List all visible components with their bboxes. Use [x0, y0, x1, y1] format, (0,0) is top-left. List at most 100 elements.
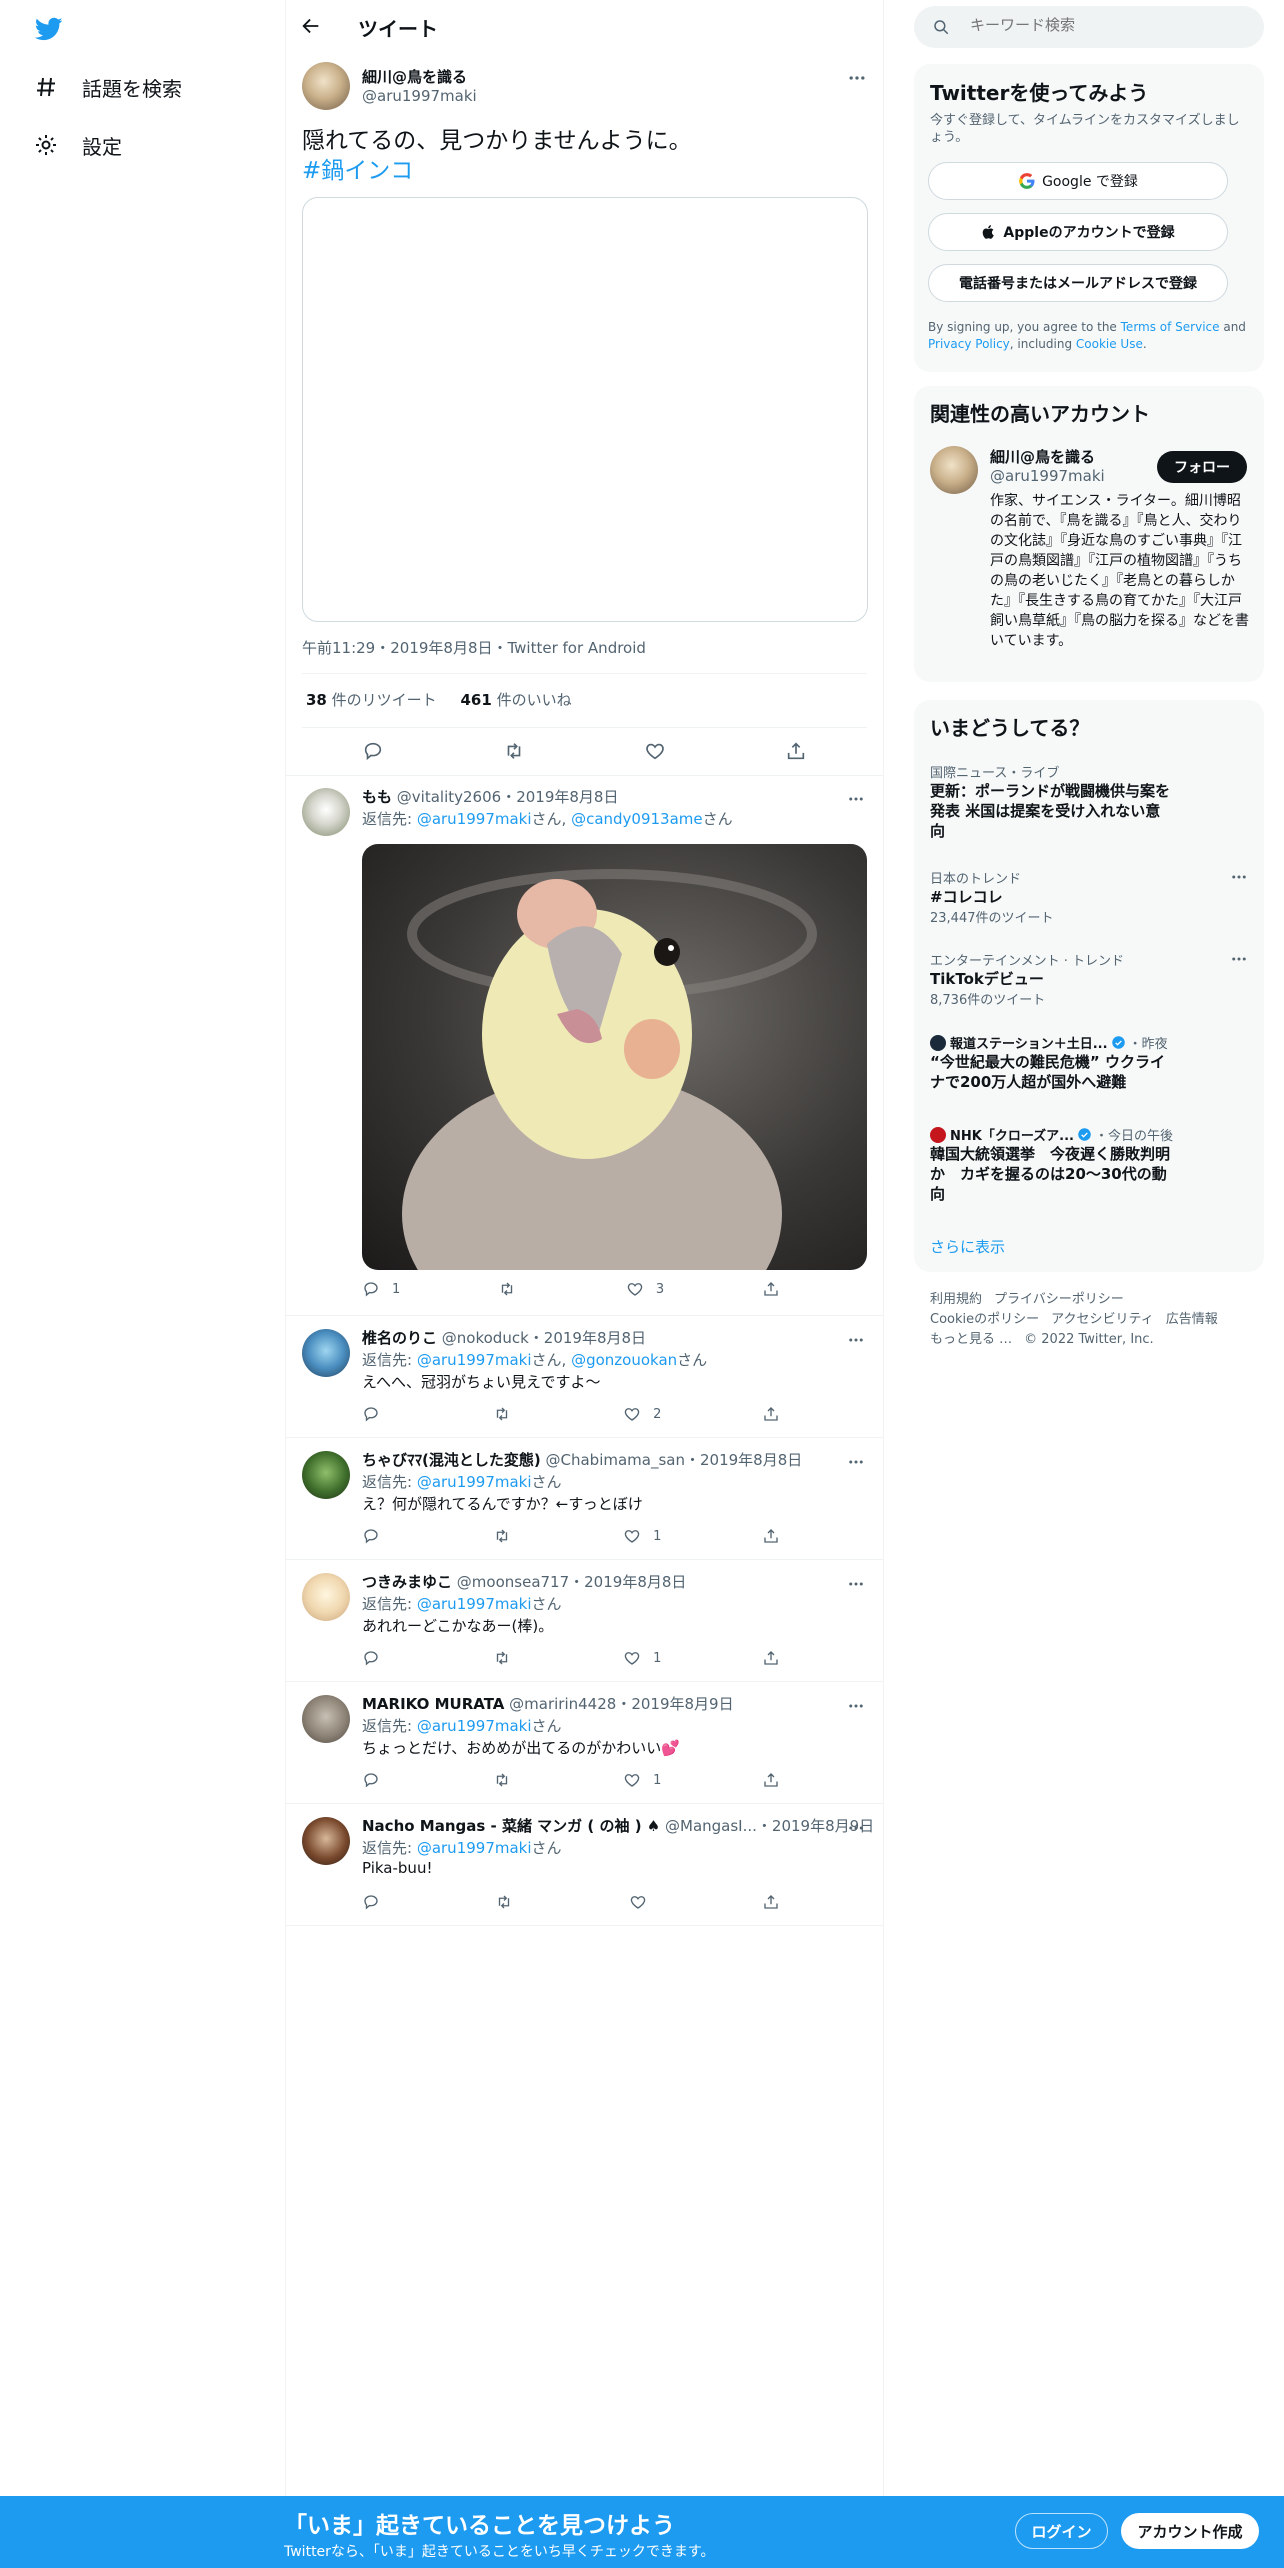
twitter-logo-icon[interactable] [33, 15, 65, 43]
reply-button[interactable] [362, 1527, 392, 1545]
reply-photo[interactable] [362, 844, 867, 1270]
reply-item[interactable]: ちゃびﾏﾏ(混沌とした変態) @Chabimama_san・2019年8月8日 … [286, 1439, 883, 1560]
related-handle[interactable]: @aru1997maki [990, 467, 1105, 485]
apple-signup-label: Appleのアカウントで登録 [1003, 225, 1175, 241]
share-icon[interactable] [785, 740, 807, 762]
avatar[interactable] [302, 788, 350, 836]
retweet-button[interactable] [493, 1405, 523, 1423]
mention-link[interactable]: @aru1997maki [417, 1717, 532, 1735]
retweet-button[interactable] [498, 1280, 528, 1298]
trend-item[interactable]: 国際ニュース・ライブ 更新：ポーランドが戦闘機供与案を発表 米国は提案を受け入れ… [930, 762, 1248, 841]
sidebar-footer: 利用規約 プライバシーポリシー Cookieのポリシー アクセシビリティ 広告情報 も… [930, 1290, 1260, 1350]
more-options-icon[interactable] [1230, 868, 1248, 886]
footer-link[interactable]: アクセシビリティ [1051, 1312, 1154, 1327]
reply-item[interactable]: つきみまゆこ @moonsea717・2019年8月8日 返信先: @aru19… [286, 1561, 883, 1682]
avatar[interactable] [302, 1451, 350, 1499]
trend-item[interactable]: エンターテインメント · トレンド TikTokデビュー 8,736件のツイート [930, 950, 1248, 1008]
footer-link[interactable]: Cookieのポリシー [930, 1312, 1039, 1327]
author-name[interactable]: 細川@鳥を識る [362, 66, 467, 87]
more-options-icon[interactable] [847, 1331, 865, 1349]
author-handle[interactable]: @aru1997maki [362, 87, 477, 105]
hashtag-link[interactable]: #鍋インコ [302, 156, 867, 186]
mention-link[interactable]: @aru1997maki [417, 1595, 532, 1613]
reply-button[interactable] [362, 1649, 392, 1667]
avatar[interactable] [302, 1695, 350, 1743]
avatar[interactable] [302, 1573, 350, 1621]
retweet-button[interactable] [493, 1649, 523, 1667]
footer-link[interactable]: 利用規約 [930, 1292, 982, 1307]
retweet-button[interactable] [495, 1893, 525, 1911]
mention-link[interactable]: @aru1997maki [417, 1351, 532, 1369]
mention-link[interactable]: @aru1997maki [417, 1839, 532, 1857]
like-icon[interactable] [644, 740, 666, 762]
reply-item[interactable]: もも @vitality2606・2019年8月8日 返信先: @aru1997… [286, 776, 883, 1316]
more-options-icon[interactable] [847, 790, 865, 808]
apple-signup-button[interactable]: Appleのアカウントで登録 [928, 213, 1228, 251]
reply-button[interactable] [362, 1771, 392, 1789]
like-button[interactable]: 2 [623, 1405, 661, 1423]
related-name[interactable]: 細川@鳥を識る [990, 446, 1095, 467]
trends-title: いまどうしてる？ [930, 716, 1090, 740]
reply-button[interactable] [362, 1405, 392, 1423]
nav-settings[interactable]: 設定 [34, 125, 122, 165]
reply-button[interactable]: 1 [362, 1280, 400, 1298]
show-more-link[interactable]: さらに表示 [930, 1236, 1005, 1257]
footer-link[interactable]: もっと見る … [930, 1332, 1012, 1347]
nav-explore[interactable]: 話題を検索 [34, 67, 182, 107]
share-button[interactable] [762, 1527, 792, 1545]
avatar[interactable] [930, 446, 978, 494]
privacy-link[interactable]: Privacy Policy [928, 337, 1010, 351]
avatar[interactable] [302, 1329, 350, 1377]
reply-icon[interactable] [362, 740, 384, 762]
google-signup-button[interactable]: Google で登録 [928, 162, 1228, 200]
like-button[interactable]: 1 [623, 1649, 661, 1667]
phone-email-signup-button[interactable]: 電話番号またはメールアドレスで登録 [928, 264, 1228, 302]
reply-item[interactable]: MARIKO MURATA @maririn4428・2019年8月9日 返信先… [286, 1683, 883, 1804]
reply-button[interactable] [362, 1893, 392, 1911]
more-options-icon[interactable] [847, 1697, 865, 1715]
create-account-button[interactable]: アカウント作成 [1121, 2513, 1259, 2549]
footer-link[interactable]: 広告情報 [1166, 1312, 1218, 1327]
back-arrow-icon[interactable] [300, 15, 322, 37]
like-button[interactable]: 1 [623, 1527, 661, 1545]
mention-link[interactable]: @aru1997maki [417, 810, 532, 828]
avatar[interactable] [302, 62, 350, 110]
mention-link[interactable]: @aru1997maki [417, 1473, 532, 1491]
share-button[interactable] [762, 1893, 792, 1911]
terms-link[interactable]: Terms of Service [1121, 320, 1220, 334]
retweet-icon[interactable] [503, 740, 525, 762]
more-options-icon[interactable] [847, 1575, 865, 1593]
share-button[interactable] [762, 1405, 792, 1423]
share-button[interactable] [762, 1280, 792, 1298]
retweet-button[interactable] [493, 1527, 523, 1545]
share-button[interactable] [762, 1649, 792, 1667]
trend-item[interactable]: 報道ステーション＋土日... ・昨夜 “今世紀最大の難民危機” ウクライナで20… [930, 1033, 1248, 1092]
like-button[interactable]: 1 [623, 1771, 661, 1789]
mention-link[interactable]: @gonzouokan [571, 1351, 677, 1369]
avatar[interactable] [302, 1817, 350, 1865]
search-input[interactable] [970, 16, 1240, 34]
share-button[interactable] [762, 1771, 792, 1789]
search-bar[interactable] [914, 6, 1264, 48]
login-button[interactable]: ログイン [1015, 2513, 1108, 2549]
cookie-link[interactable]: Cookie Use [1076, 337, 1143, 351]
reply-item[interactable]: Nacho Mangas - 菜緒 マンガ ( の袖 ) ♠ @MangasI.… [286, 1805, 883, 1926]
reply-item[interactable]: 椎名のりこ @nokoduck・2019年8月8日 返信先: @aru1997m… [286, 1317, 883, 1438]
trend-item[interactable]: 日本のトレンド #コレコレ 23,447件のツイート [930, 868, 1248, 926]
likes-stat[interactable]: 461 件のいいね [461, 691, 572, 709]
retweet-button[interactable] [493, 1771, 523, 1789]
like-button[interactable]: 3 [626, 1280, 664, 1298]
gear-icon [36, 135, 56, 155]
retweets-stat[interactable]: 38 件のリツイート [306, 691, 437, 709]
more-options-icon[interactable] [1230, 950, 1248, 968]
like-button[interactable] [629, 1893, 659, 1911]
more-options-icon[interactable] [847, 68, 867, 88]
more-options-icon[interactable] [847, 1453, 865, 1471]
follow-button[interactable]: フォロー [1157, 451, 1247, 483]
more-options-icon[interactable] [847, 1819, 865, 1837]
mention-link[interactable]: @candy0913ame [571, 810, 703, 828]
tweet-media[interactable] [302, 197, 868, 622]
trend-item[interactable]: NHK「クローズア... ・今日の午後 韓国大統領選挙 今夜遅く勝敗判明か カギ… [930, 1125, 1248, 1204]
reply-to: 返信先: @aru1997makiさん, @gonzouokanさん [362, 1351, 708, 1369]
footer-link[interactable]: プライバシーポリシー [994, 1292, 1124, 1307]
